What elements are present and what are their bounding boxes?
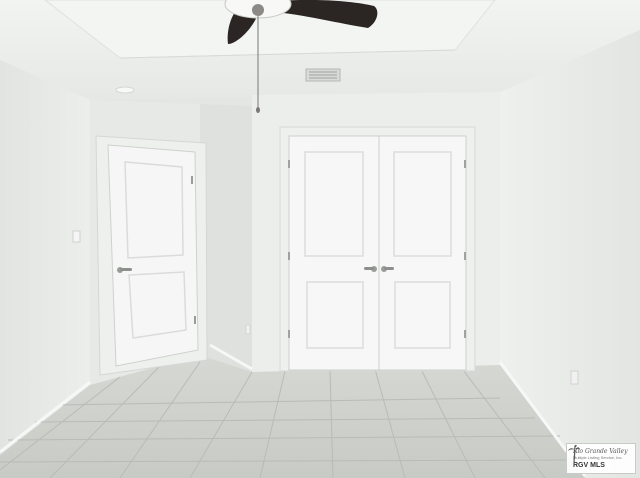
- alcove-side-wall: [200, 104, 252, 372]
- empty-bedroom-photo: Rio Grande Valley Multiple Listing Servi…: [0, 0, 640, 478]
- entry-door-hinge-top: [191, 176, 193, 184]
- entry-door[interactable]: [107, 144, 199, 367]
- watermark-sub-text: Multiple Listing Service, Inc.: [573, 454, 623, 460]
- rgv-mls-watermark: Rio Grande Valley Multiple Listing Servi…: [566, 443, 636, 474]
- watermark-label: RGV MLS: [573, 461, 605, 469]
- palm-tree-icon: [568, 445, 580, 466]
- watermark-script-text: Rio Grande Valley: [573, 447, 628, 455]
- hvac-vent: [305, 68, 341, 82]
- light-switch[interactable]: [72, 230, 81, 243]
- alcove-outlet: [245, 324, 251, 335]
- closet-door-left[interactable]: [288, 135, 380, 371]
- entry-door-hinge-bottom: [194, 316, 196, 324]
- recessed-light: [115, 86, 135, 94]
- wall-outlet: [570, 370, 579, 385]
- closet-door-right[interactable]: [378, 135, 467, 371]
- room-scene: [0, 0, 640, 478]
